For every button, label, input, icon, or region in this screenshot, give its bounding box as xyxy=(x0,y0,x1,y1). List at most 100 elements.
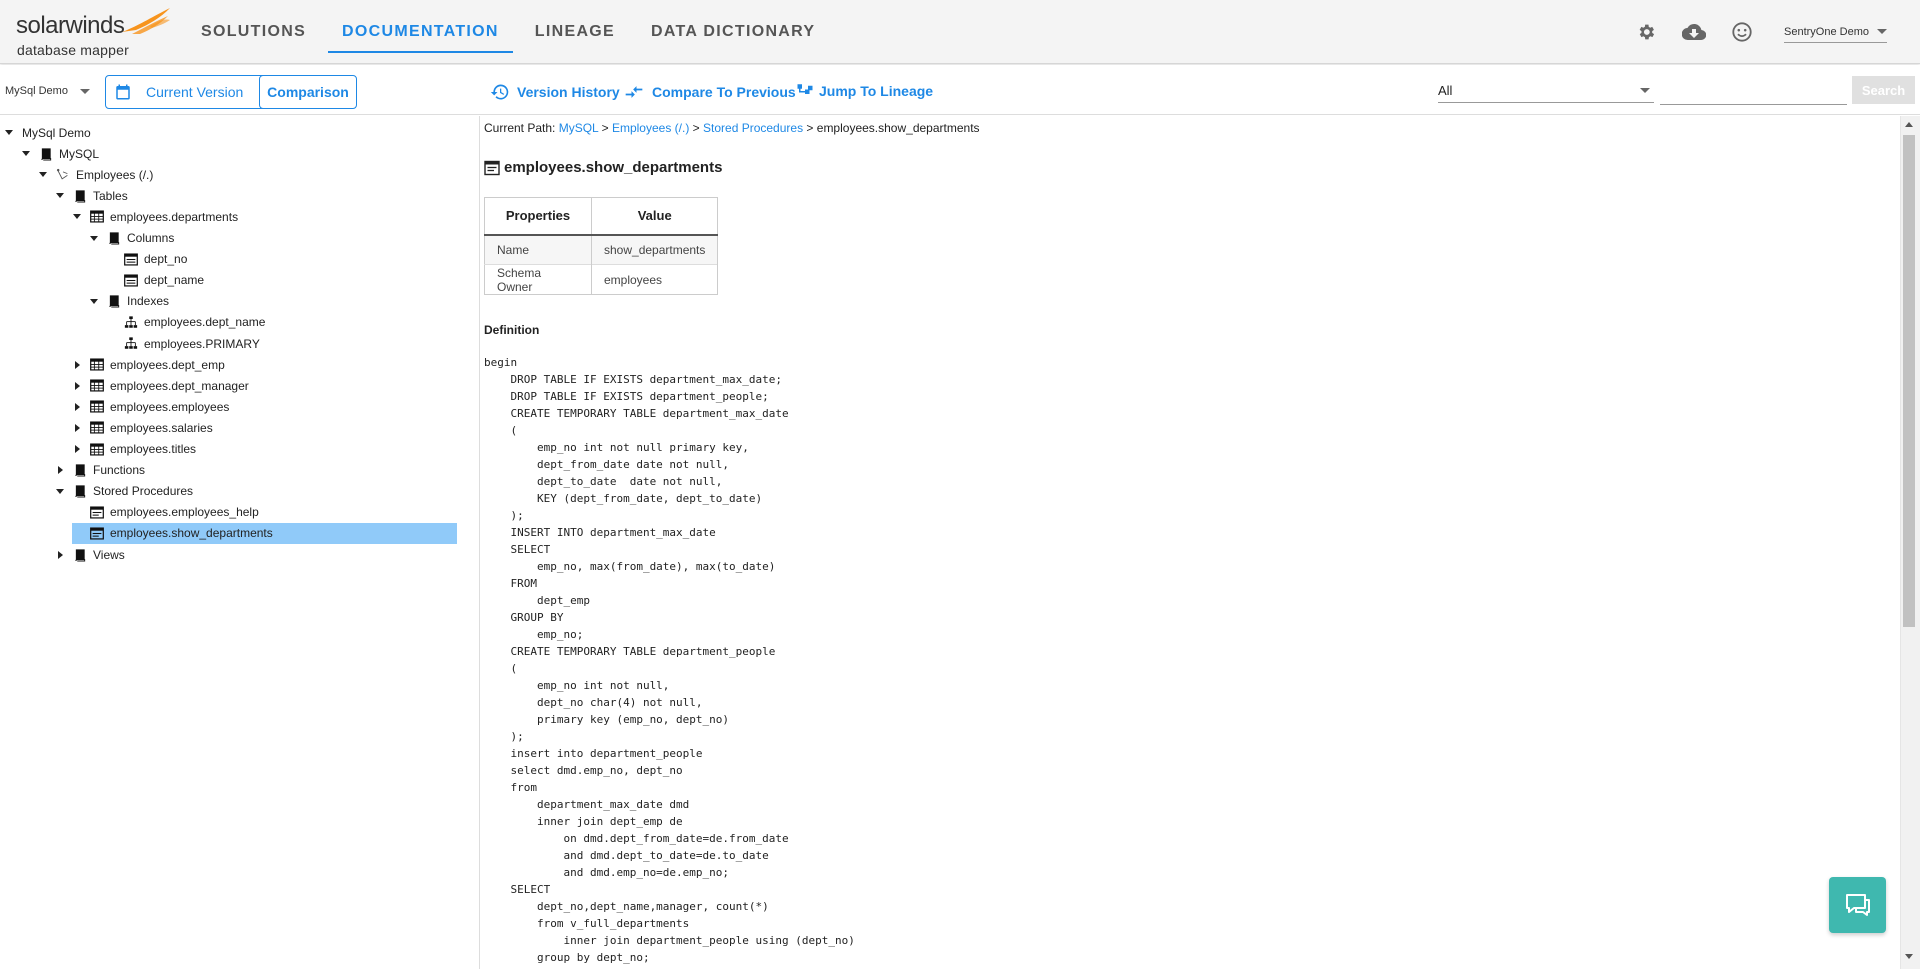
tree-item[interactable]: employees.PRIMARY xyxy=(106,333,260,354)
value-header: Value xyxy=(591,197,719,236)
smiley-icon[interactable] xyxy=(1730,20,1754,44)
tree-item[interactable]: Indexes xyxy=(89,291,169,312)
collapse-arrow-icon[interactable] xyxy=(72,212,82,222)
tree-item[interactable]: Views xyxy=(55,544,125,565)
nav-lineage[interactable]: LINEAGE xyxy=(517,0,633,64)
user-menu[interactable]: SentryOne Demo xyxy=(1784,22,1887,43)
tree-item-label: MySql Demo xyxy=(22,125,91,140)
tree-item-label: employees.titles xyxy=(110,442,197,456)
gear-icon[interactable] xyxy=(1634,20,1658,44)
jump-lineage-label: Jump To Lineage xyxy=(819,83,934,99)
tree-item[interactable]: Functions xyxy=(55,460,145,481)
chat-icon xyxy=(1845,894,1870,916)
tree-item-label: Columns xyxy=(127,231,175,245)
chevron-down-icon xyxy=(80,88,90,94)
page-title-text: employees.show_departments xyxy=(504,159,723,176)
logo-subtitle: database mapper xyxy=(17,42,129,58)
search-input[interactable] xyxy=(1660,77,1847,105)
lineage-icon xyxy=(797,84,813,94)
expand-arrow-icon[interactable] xyxy=(72,360,82,370)
folder-book-icon xyxy=(107,231,121,245)
properties-table: Properties Value Name show_departments S… xyxy=(484,197,719,295)
tree-item[interactable]: MySql Demo xyxy=(4,122,91,143)
nav-documentation[interactable]: DOCUMENTATION xyxy=(324,0,517,64)
filter-select-value: All xyxy=(1438,83,1453,98)
tree-item[interactable]: Columns xyxy=(89,228,174,249)
collapse-arrow-icon[interactable] xyxy=(38,170,48,180)
collapse-arrow-icon[interactable] xyxy=(4,128,14,138)
scroll-down-arrow[interactable] xyxy=(1905,954,1913,959)
tree-item-label: MySQL xyxy=(59,146,100,161)
tree-item[interactable]: dept_no xyxy=(106,249,187,270)
tree-item[interactable]: employees.show_departments xyxy=(72,522,457,544)
flame-icon xyxy=(122,8,170,34)
expand-arrow-icon[interactable] xyxy=(55,465,65,475)
tree-item[interactable]: Tables xyxy=(55,185,128,206)
collapse-arrow-icon[interactable] xyxy=(55,486,65,496)
jump-lineage-link[interactable]: Jump To Lineage xyxy=(796,82,933,100)
cloud-download-icon[interactable] xyxy=(1682,20,1707,44)
chevron-down-icon xyxy=(1877,29,1887,34)
filter-select[interactable]: All xyxy=(1438,79,1654,103)
tree-item[interactable]: employees.departments xyxy=(72,206,238,227)
folder-book-icon xyxy=(39,147,53,161)
expand-arrow-icon[interactable] xyxy=(72,444,82,454)
tree-item[interactable]: employees.dept_name xyxy=(106,312,265,333)
logo-wordmark: solarwinds xyxy=(16,12,125,39)
expand-arrow-icon[interactable] xyxy=(55,550,65,560)
breadcrumb-item-stored-procedures[interactable]: Stored Procedures xyxy=(703,121,803,135)
tree-item[interactable]: Stored Procedures xyxy=(55,481,193,502)
tree-item[interactable]: employees.employees_help xyxy=(72,502,259,523)
column-icon xyxy=(124,252,138,266)
breadcrumb-label: Current Path: xyxy=(484,121,556,135)
current-version-button[interactable]: Current Version xyxy=(105,75,280,109)
properties-header-row: Properties Value xyxy=(484,197,719,236)
tree-item[interactable]: employees.employees xyxy=(72,396,229,417)
table-row: Name show_departments xyxy=(484,234,719,265)
prop-value: show_departments xyxy=(591,234,719,265)
tree-item-label: dept_name xyxy=(144,273,205,288)
comparison-button[interactable]: Comparison xyxy=(259,75,357,109)
tree-item[interactable]: employees.titles xyxy=(72,439,196,460)
tree-item[interactable]: Employees (/.) xyxy=(38,164,153,185)
breadcrumb-item-employees[interactable]: Employees (/.) xyxy=(612,121,689,135)
collapse-arrow-icon[interactable] xyxy=(89,296,99,306)
database-select[interactable]: MySql Demo xyxy=(5,80,90,102)
scrollbar-thumb[interactable] xyxy=(1903,135,1915,627)
column-icon xyxy=(124,273,138,287)
scroll-up-arrow[interactable] xyxy=(1905,122,1913,127)
breadcrumb-current: employees.show_departments xyxy=(816,121,980,135)
tree-item-label: employees.departments xyxy=(110,209,239,224)
definition-code: begin DROP TABLE IF EXISTS department_ma… xyxy=(484,356,855,964)
collapse-arrow-icon[interactable] xyxy=(21,149,31,159)
collapse-arrow-icon[interactable] xyxy=(89,233,99,243)
tree-item-label: employees.dept_manager xyxy=(110,378,249,393)
nav-data-dictionary[interactable]: DATA DICTIONARY xyxy=(633,0,833,64)
tree-item-label: Tables xyxy=(93,188,128,203)
tree-item-label: employees.show_departments xyxy=(110,526,273,541)
collapse-arrow-icon[interactable] xyxy=(55,191,65,201)
breadcrumb-item-mysql[interactable]: MySQL xyxy=(559,121,599,135)
expand-arrow-icon[interactable] xyxy=(72,381,82,391)
tree-item[interactable]: employees.dept_manager xyxy=(72,375,249,396)
expand-arrow-icon[interactable] xyxy=(72,423,82,433)
main-nav: SOLUTIONS DOCUMENTATION LINEAGE DATA DIC… xyxy=(183,0,833,64)
tree-item[interactable]: employees.dept_emp xyxy=(72,354,225,375)
expand-arrow-icon[interactable] xyxy=(72,402,82,412)
chat-button[interactable] xyxy=(1829,877,1886,933)
tree-item-label: employees.employees_help xyxy=(110,505,259,520)
nav-solutions[interactable]: SOLUTIONS xyxy=(183,0,324,64)
solarwinds-logo[interactable]: solarwinds database mapper xyxy=(16,6,170,58)
tree-item[interactable]: MySQL xyxy=(21,143,99,164)
folder-book-icon xyxy=(73,463,87,477)
top-right-icons: SentryOne Demo xyxy=(1634,0,1920,64)
tree-item[interactable]: dept_name xyxy=(106,270,204,291)
index-icon xyxy=(124,315,138,329)
search-button[interactable]: Search xyxy=(1852,76,1915,104)
tree-item-label: Indexes xyxy=(127,294,170,309)
tree-item[interactable]: employees.salaries xyxy=(72,417,213,438)
tree-item-label: dept_no xyxy=(144,252,188,267)
compare-previous-link[interactable]: Compare To Previous xyxy=(624,82,796,102)
version-history-link[interactable]: Version History xyxy=(490,82,620,102)
